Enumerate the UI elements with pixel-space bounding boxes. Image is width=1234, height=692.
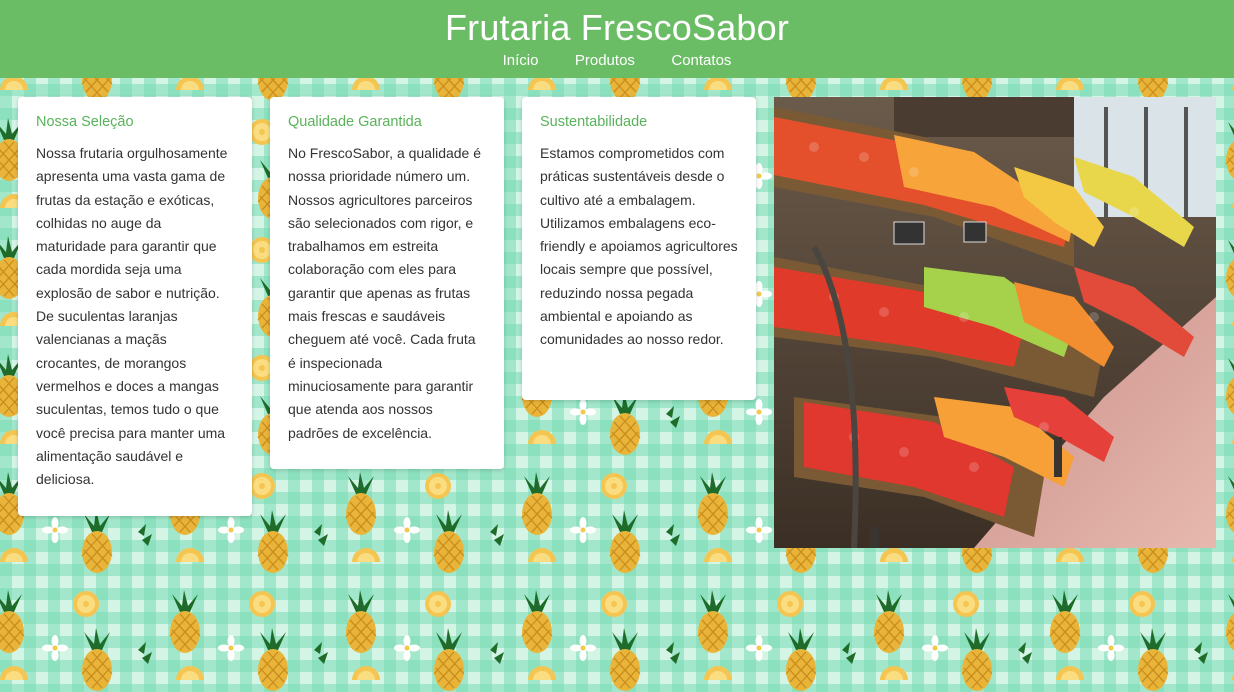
card-title: Sustentabilidade [540, 114, 648, 130]
fruit-stall-photo [774, 97, 1216, 548]
nav-link-contatos[interactable]: Contatos [671, 52, 731, 69]
card-text: Estamos comprometidos com práticas suste… [540, 145, 738, 348]
card-text: Nossa frutaria orgulhosamente apresenta … [36, 145, 228, 488]
card-nossa-selecao: Nossa Seleção Nossa frutaria orgulhosame… [18, 97, 252, 516]
card-title: Qualidade Garantida [288, 114, 422, 130]
nav-link-produtos[interactable]: Produtos [575, 52, 635, 69]
card-title: Nossa Seleção [36, 114, 134, 130]
card-qualidade-garantida: Qualidade Garantida No FrescoSabor, a qu… [270, 97, 504, 469]
nav-link-inicio[interactable]: Início [503, 52, 539, 69]
card-sustentabilidade: Sustentabilidade Estamos comprometidos c… [522, 97, 756, 400]
site-header: Frutaria FrescoSabor Início Produtos Con… [0, 0, 1234, 78]
site-title: Frutaria FrescoSabor [444, 7, 790, 48]
card-text: No FrescoSabor, a qualidade é nossa prio… [288, 145, 482, 441]
main-nav: Início Produtos Contatos [0, 52, 1234, 70]
